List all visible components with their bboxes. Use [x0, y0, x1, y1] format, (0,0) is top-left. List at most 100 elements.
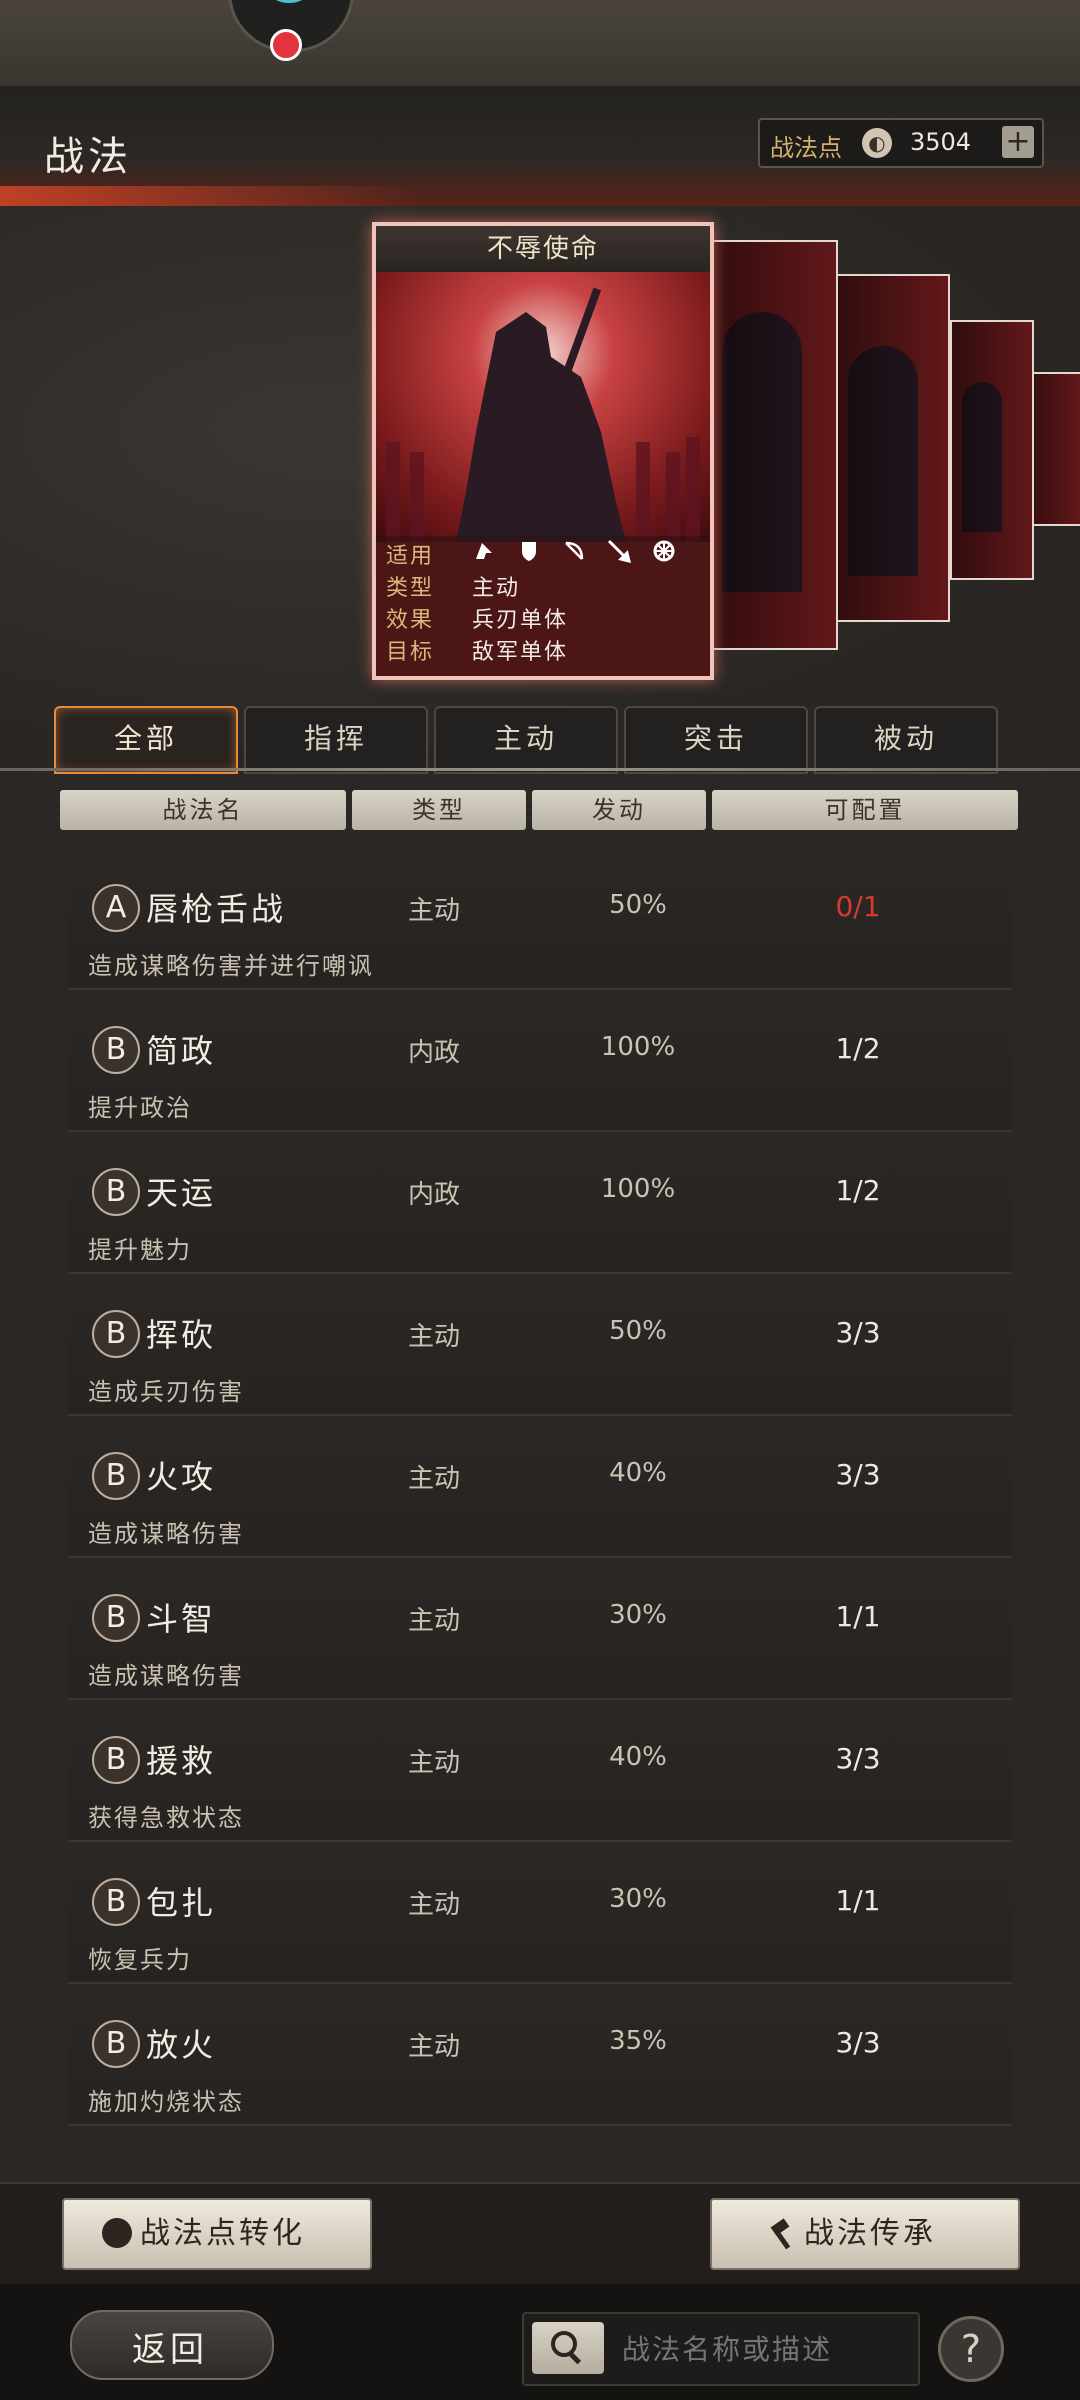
search-icon: [551, 2331, 582, 2365]
tab-underline: [0, 768, 1080, 771]
tactic-type: 主动: [408, 1606, 461, 1636]
fish-icon: [259, 0, 319, 3]
tactic-config: 1/1: [835, 1600, 881, 1633]
tactic-config: 1/2: [835, 1032, 881, 1065]
top-strip: [0, 0, 1080, 86]
featured-tactic-card[interactable]: 不辱使命 适用 类型 主动 效果 兵刃单体 目标 敌军单体: [372, 222, 714, 680]
column-header-type[interactable]: 类型: [352, 790, 526, 830]
grade-badge: B: [92, 1026, 140, 1074]
tactic-desc: 造成兵刃伤害: [88, 1378, 244, 1406]
tactic-config: 3/3: [835, 1742, 881, 1775]
row-value: 敌军单体: [472, 640, 569, 665]
tactic-row[interactable]: A 唇枪舌战 主动 50% 0/1 造成谋略伤害并进行嘲讽: [68, 848, 1012, 990]
column-header-config[interactable]: 可配置: [712, 790, 1018, 830]
grade-badge: B: [92, 1878, 140, 1926]
tactic-row[interactable]: B 放火 主动 35% 3/3 施加灼烧状态: [68, 1984, 1012, 2126]
tab-assault[interactable]: 突击: [624, 706, 808, 774]
tactic-config: 3/3: [835, 1316, 881, 1349]
help-button[interactable]: ?: [938, 2316, 1004, 2382]
row-key: 类型: [386, 576, 435, 601]
tactic-rate: 40%: [609, 1458, 667, 1488]
card-artwork: [376, 272, 710, 542]
tactic-row[interactable]: B 援救 主动 40% 3/3 获得急救状态: [68, 1700, 1012, 1842]
card-info-panel: 适用 类型 主动 效果 兵刃单体 目标 敌军单体: [376, 536, 710, 676]
tactic-card-back[interactable]: [712, 240, 838, 650]
inherit-tactic-button[interactable]: 战法传承: [710, 2198, 1020, 2270]
column-header-name[interactable]: 战法名: [60, 790, 346, 830]
tactic-row[interactable]: B 斗智 主动 30% 1/1 造成谋略伤害: [68, 1558, 1012, 1700]
wheel-icon: [653, 540, 675, 562]
tactic-name: 斗智: [146, 1600, 217, 1638]
tactic-name: 天运: [146, 1174, 217, 1212]
points-value: 3504: [910, 128, 972, 156]
grade-badge: B: [92, 1310, 140, 1358]
column-header-rate[interactable]: 发动: [532, 790, 706, 830]
card-title: 不辱使命: [376, 226, 710, 272]
unit-type-icons: [472, 538, 692, 563]
shield-icon: [522, 542, 536, 561]
tactic-list[interactable]: A 唇枪舌战 主动 50% 0/1 造成谋略伤害并进行嘲讽 B 简政 内政 10…: [68, 848, 1012, 2178]
tactic-row[interactable]: B 包扎 主动 30% 1/1 恢复兵力: [68, 1842, 1012, 1984]
tactic-type: 主动: [408, 1464, 461, 1494]
tactic-card-back[interactable]: [836, 274, 950, 622]
grade-badge: A: [92, 884, 140, 932]
tactic-points-box: 战法点 ◐ 3504 +: [758, 118, 1044, 168]
tactic-card-back[interactable]: [950, 320, 1034, 580]
tactic-row[interactable]: B 挥砍 主动 50% 3/3 造成兵刃伤害: [68, 1274, 1012, 1416]
tactic-config: 3/3: [835, 1458, 881, 1491]
add-points-button[interactable]: +: [1002, 126, 1034, 158]
points-label: 战法点: [770, 134, 842, 162]
cavalry-icon: [476, 543, 492, 559]
tactic-desc: 恢复兵力: [88, 1946, 192, 1974]
tactic-config: 1/2: [835, 1174, 881, 1207]
title-glow: [0, 186, 420, 206]
tactic-rate: 30%: [609, 1884, 667, 1914]
convert-points-label: 战法点转化: [140, 2216, 305, 2251]
tactic-row[interactable]: B 简政 内政 100% 1/2 提升政治: [68, 990, 1012, 1132]
search-input[interactable]: [620, 2324, 914, 2374]
tactic-desc: 提升魅力: [88, 1236, 192, 1264]
general-silhouette-art: [386, 287, 700, 542]
tactic-config: 1/1: [835, 1884, 881, 1917]
tactic-desc: 造成谋略伤害: [88, 1662, 244, 1690]
tactic-rate: 40%: [609, 1742, 667, 1772]
tactic-desc: 造成谋略伤害: [88, 1520, 244, 1548]
tactic-desc: 造成谋略伤害并进行嘲讽: [88, 952, 374, 980]
action-bar: 战法点转化 战法传承: [0, 2182, 1080, 2284]
tactic-rate: 100%: [600, 1032, 676, 1062]
inherit-tactic-label: 战法传承: [804, 2216, 936, 2251]
row-value: 主动: [472, 576, 521, 601]
tactic-name: 放火: [146, 2026, 217, 2064]
tactic-type: 主动: [408, 1890, 461, 1920]
tactic-rate: 100%: [600, 1174, 676, 1204]
tab-command[interactable]: 指挥: [244, 706, 428, 774]
tactic-rate: 35%: [609, 2026, 667, 2056]
spear-icon: [607, 539, 631, 563]
tab-passive[interactable]: 被动: [814, 706, 998, 774]
back-label: 返回: [132, 2330, 208, 2370]
tactic-type: 主动: [408, 2032, 461, 2062]
page-title: 战法: [44, 134, 132, 180]
search-box: [522, 2312, 920, 2386]
tactic-desc: 施加灼烧状态: [88, 2088, 244, 2116]
row-key: 效果: [386, 608, 435, 633]
grade-badge: B: [92, 1452, 140, 1500]
tab-active[interactable]: 主动: [434, 706, 618, 774]
tactic-row[interactable]: B 火攻 主动 40% 3/3 造成谋略伤害: [68, 1416, 1012, 1558]
tactic-row[interactable]: B 天运 内政 100% 1/2 提升魅力: [68, 1132, 1012, 1274]
search-button[interactable]: [532, 2322, 604, 2374]
tactic-rate: 50%: [609, 890, 667, 920]
row-key: 适用: [386, 544, 435, 569]
tactic-name: 唇枪舌战: [146, 890, 287, 928]
tactic-desc: 获得急救状态: [88, 1804, 244, 1832]
convert-points-button[interactable]: 战法点转化: [62, 2198, 372, 2270]
row-key: 目标: [386, 640, 435, 665]
tactic-type: 内政: [408, 1038, 461, 1068]
footer: 返回 ?: [0, 2284, 1080, 2400]
tactic-type: 内政: [408, 1180, 461, 1210]
header: 战法 战法点 ◐ 3504 +: [0, 86, 1080, 206]
tab-all[interactable]: 全部: [54, 706, 238, 774]
back-button[interactable]: 返回: [70, 2310, 274, 2380]
tactic-name: 火攻: [146, 1458, 217, 1496]
tactic-name: 挥砍: [146, 1316, 217, 1354]
